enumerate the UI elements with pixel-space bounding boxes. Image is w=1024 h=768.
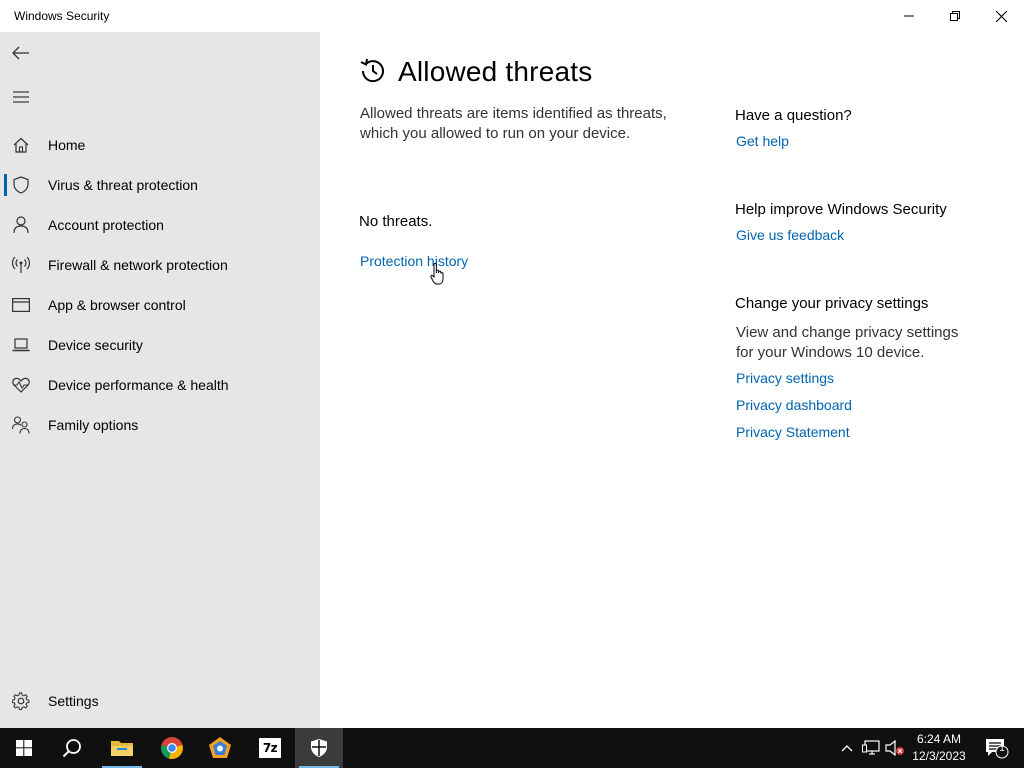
network-tray-button[interactable] (860, 728, 882, 768)
taskbar-clock[interactable]: 6:24 AM 12/3/2023 (904, 731, 974, 765)
back-arrow-icon (12, 46, 29, 60)
show-hidden-icons-button[interactable] (836, 728, 858, 768)
chrome-icon (161, 737, 183, 759)
sidebar-item-label: Family options (48, 417, 139, 433)
taskbar-file-explorer[interactable] (98, 728, 146, 768)
gear-icon (12, 692, 30, 710)
give-feedback-link[interactable]: Give us feedback (736, 227, 844, 243)
minimize-icon (904, 15, 914, 17)
privacy-heading: Change your privacy settings (735, 295, 929, 312)
active-indicator (4, 174, 7, 196)
threat-status: No threats. (359, 213, 433, 230)
sidebar-item-account-protection[interactable]: Account protection (0, 205, 320, 245)
sidebar-item-label: Device performance & health (48, 377, 229, 393)
sidebar-item-home[interactable]: Home (0, 125, 320, 165)
taskbar: 7z 6:24 AM 12/3/2023 1 (0, 728, 1024, 768)
minimize-button[interactable] (886, 0, 932, 32)
wireless-antenna-icon (12, 256, 30, 274)
taskbar-chrome[interactable] (148, 728, 196, 768)
sidebar-item-device-performance-health[interactable]: Device performance & health (0, 365, 320, 405)
home-icon (12, 136, 30, 154)
sidebar-item-label: Firewall & network protection (48, 257, 228, 273)
window-title: Windows Security (14, 9, 110, 23)
privacy-settings-link[interactable]: Privacy settings (736, 370, 834, 386)
sidebar-item-firewall-network-protection[interactable]: Firewall & network protection (0, 245, 320, 285)
page-description: Allowed threats are items identified as … (360, 105, 667, 142)
taskbar-paint-app[interactable] (196, 728, 244, 768)
sidebar-item-app-browser-control[interactable]: App & browser control (0, 285, 320, 325)
improve-heading: Help improve Windows Security (735, 201, 947, 218)
privacy-description: View and change privacy settings for you… (736, 324, 959, 361)
sidebar-item-label: Account protection (48, 217, 164, 233)
notification-badge: 1 (999, 743, 1005, 754)
person-icon (12, 216, 30, 234)
back-button[interactable] (8, 40, 34, 66)
chevron-up-icon (841, 745, 853, 752)
clock-date: 12/3/2023 (912, 749, 966, 763)
browser-window-icon (12, 296, 30, 314)
network-icon (862, 740, 880, 755)
title-bar: Windows Security (0, 0, 1024, 32)
windows-security-icon (311, 739, 327, 757)
close-button[interactable] (978, 0, 1024, 32)
start-button[interactable] (0, 728, 48, 768)
sidebar-item-label: Virus & threat protection (48, 177, 198, 193)
sidebar-item-settings[interactable]: Settings (0, 681, 320, 721)
file-explorer-icon (111, 741, 133, 756)
privacy-statement-link[interactable]: Privacy Statement (736, 424, 850, 440)
clock-time: 6:24 AM (916, 732, 962, 746)
privacy-section: Change your privacy settings View and ch… (735, 295, 985, 442)
laptop-icon (12, 336, 30, 354)
sidebar-item-label: Settings (48, 693, 99, 709)
shield-icon (12, 176, 30, 194)
hand-cursor-icon (430, 263, 444, 285)
protection-history-link[interactable]: Protection history (360, 253, 468, 269)
sidebar-item-label: App & browser control (48, 297, 186, 313)
hamburger-menu-button[interactable] (8, 84, 34, 110)
paint-app-icon (209, 737, 231, 758)
close-icon (995, 10, 1007, 22)
hamburger-menu-icon (13, 91, 29, 103)
page-title: Allowed threats (398, 56, 593, 87)
sidebar-item-label: Home (48, 137, 86, 153)
taskbar-windows-security[interactable] (295, 728, 343, 768)
sidebar: Home Virus & threat protection Account p… (0, 32, 320, 728)
question-heading: Have a question? (735, 107, 852, 124)
sidebar-item-label: Device security (48, 337, 143, 353)
taskbar-7zip[interactable]: 7z (246, 728, 294, 768)
restore-button[interactable] (932, 0, 978, 32)
main-content: Allowed threats Allowed threats are item… (320, 32, 1024, 728)
search-icon (62, 739, 81, 758)
help-section: Have a question? Get help (735, 107, 985, 151)
start-icon (16, 740, 32, 756)
heart-pulse-icon (12, 376, 30, 394)
search-button[interactable] (48, 728, 96, 768)
7zip-icon: 7z (259, 738, 281, 758)
feedback-section: Help improve Windows Security Give us fe… (735, 201, 985, 245)
restore-icon (950, 11, 960, 21)
history-clock-icon (360, 58, 384, 83)
family-icon (12, 416, 30, 434)
action-center-button[interactable]: 1 (978, 728, 1014, 768)
get-help-link[interactable]: Get help (736, 133, 789, 149)
sidebar-item-device-security[interactable]: Device security (0, 325, 320, 365)
volume-tray-button[interactable] (884, 728, 906, 768)
privacy-dashboard-link[interactable]: Privacy dashboard (736, 397, 852, 413)
volume-muted-icon (885, 740, 904, 756)
sidebar-item-virus-threat-protection[interactable]: Virus & threat protection (0, 165, 320, 205)
sidebar-item-family-options[interactable]: Family options (0, 405, 320, 445)
